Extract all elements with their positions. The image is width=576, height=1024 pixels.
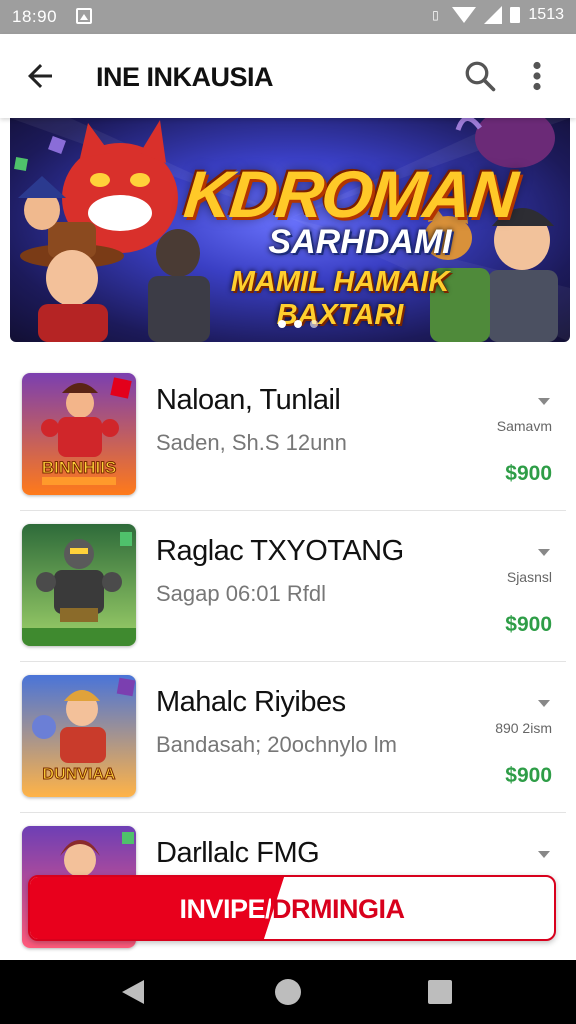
thumbnail-logo-text: BINNHIIS [42,458,117,477]
status-time: 18:90 [12,7,58,26]
carousel-dot[interactable] [278,320,286,328]
battery-text: 1513 [528,6,564,23]
carousel-dot[interactable] [294,320,302,328]
list-item[interactable]: BINNHIIS Naloan, Tunlail Saden, Sh.S 12u… [0,360,576,511]
install-button[interactable]: INVIPE/DRMINGIA [28,875,556,941]
image-icon [76,8,92,24]
banner-tagline: MAMIL HAMAIK BAXTARI [230,266,450,331]
item-meta: 890 2ism [495,720,552,736]
banner-subtitle: SARHDAMI [268,223,452,261]
game-thumbnail: BINNHIIS [22,373,136,495]
promo-banner[interactable]: KDROMAN SARHDAMI MAMIL HAMAIK BAXTARI [10,118,570,342]
item-meta: Sjasnsl [506,569,552,585]
app-bar: INE INKAUSIA [0,34,576,118]
carousel-dot[interactable] [310,320,318,328]
search-icon[interactable] [462,58,498,94]
nav-back-icon[interactable] [122,980,144,1004]
page-title: INE INKAUSIA [96,62,274,92]
banner-title: KDROMAN [180,157,520,231]
back-arrow-icon[interactable] [22,58,58,94]
nav-recents-icon[interactable] [428,980,452,1004]
battery-icon [510,7,521,23]
game-thumbnail: DUNVIAA [22,675,136,797]
carousel-dots[interactable] [278,320,318,328]
item-title: Naloan, Tunlail [156,384,341,416]
item-subtitle: Saden, Sh.S 12unn [156,430,347,455]
item-title: Raglac TXYOTANG [156,535,404,567]
chevron-down-icon[interactable] [538,398,550,405]
chevron-down-icon[interactable] [538,851,550,858]
more-vert-icon[interactable] [522,58,552,94]
thumbnail-logo-text: DUNVIAA [43,766,116,783]
cta-label: INVIPE/DRMINGIA [30,894,554,925]
list-item[interactable]: Raglac TXYOTANG Sagap 06:01 Rfdl Sjasnsl… [0,511,576,662]
item-price[interactable]: $900 [505,764,552,788]
status-icons: ▯ 1513 [426,6,564,24]
list-item[interactable]: DUNVIAA Mahalc Riyibes Bandasah; 20ochny… [0,662,576,813]
item-price[interactable]: $900 [505,613,552,637]
nav-home-icon[interactable] [275,979,301,1005]
system-nav-bar [0,960,576,1024]
game-thumbnail [22,524,136,646]
item-meta: Samavm [496,418,552,434]
item-subtitle: Sagap 06:01 Rfdl [156,581,327,606]
status-bar: 18:90 ▯ 1513 [0,0,576,34]
item-title: Darllalc FMG [156,837,320,869]
item-price[interactable]: $900 [505,462,552,486]
item-title: Mahalc Riyibes [156,686,346,718]
item-subtitle: Bandasah; 20ochnylo lm [156,732,397,757]
chevron-down-icon[interactable] [538,700,550,707]
chevron-down-icon[interactable] [538,549,550,556]
wifi-icon [452,7,477,23]
vibrate-icon: ▯ [432,8,439,22]
signal-icon [484,6,503,24]
